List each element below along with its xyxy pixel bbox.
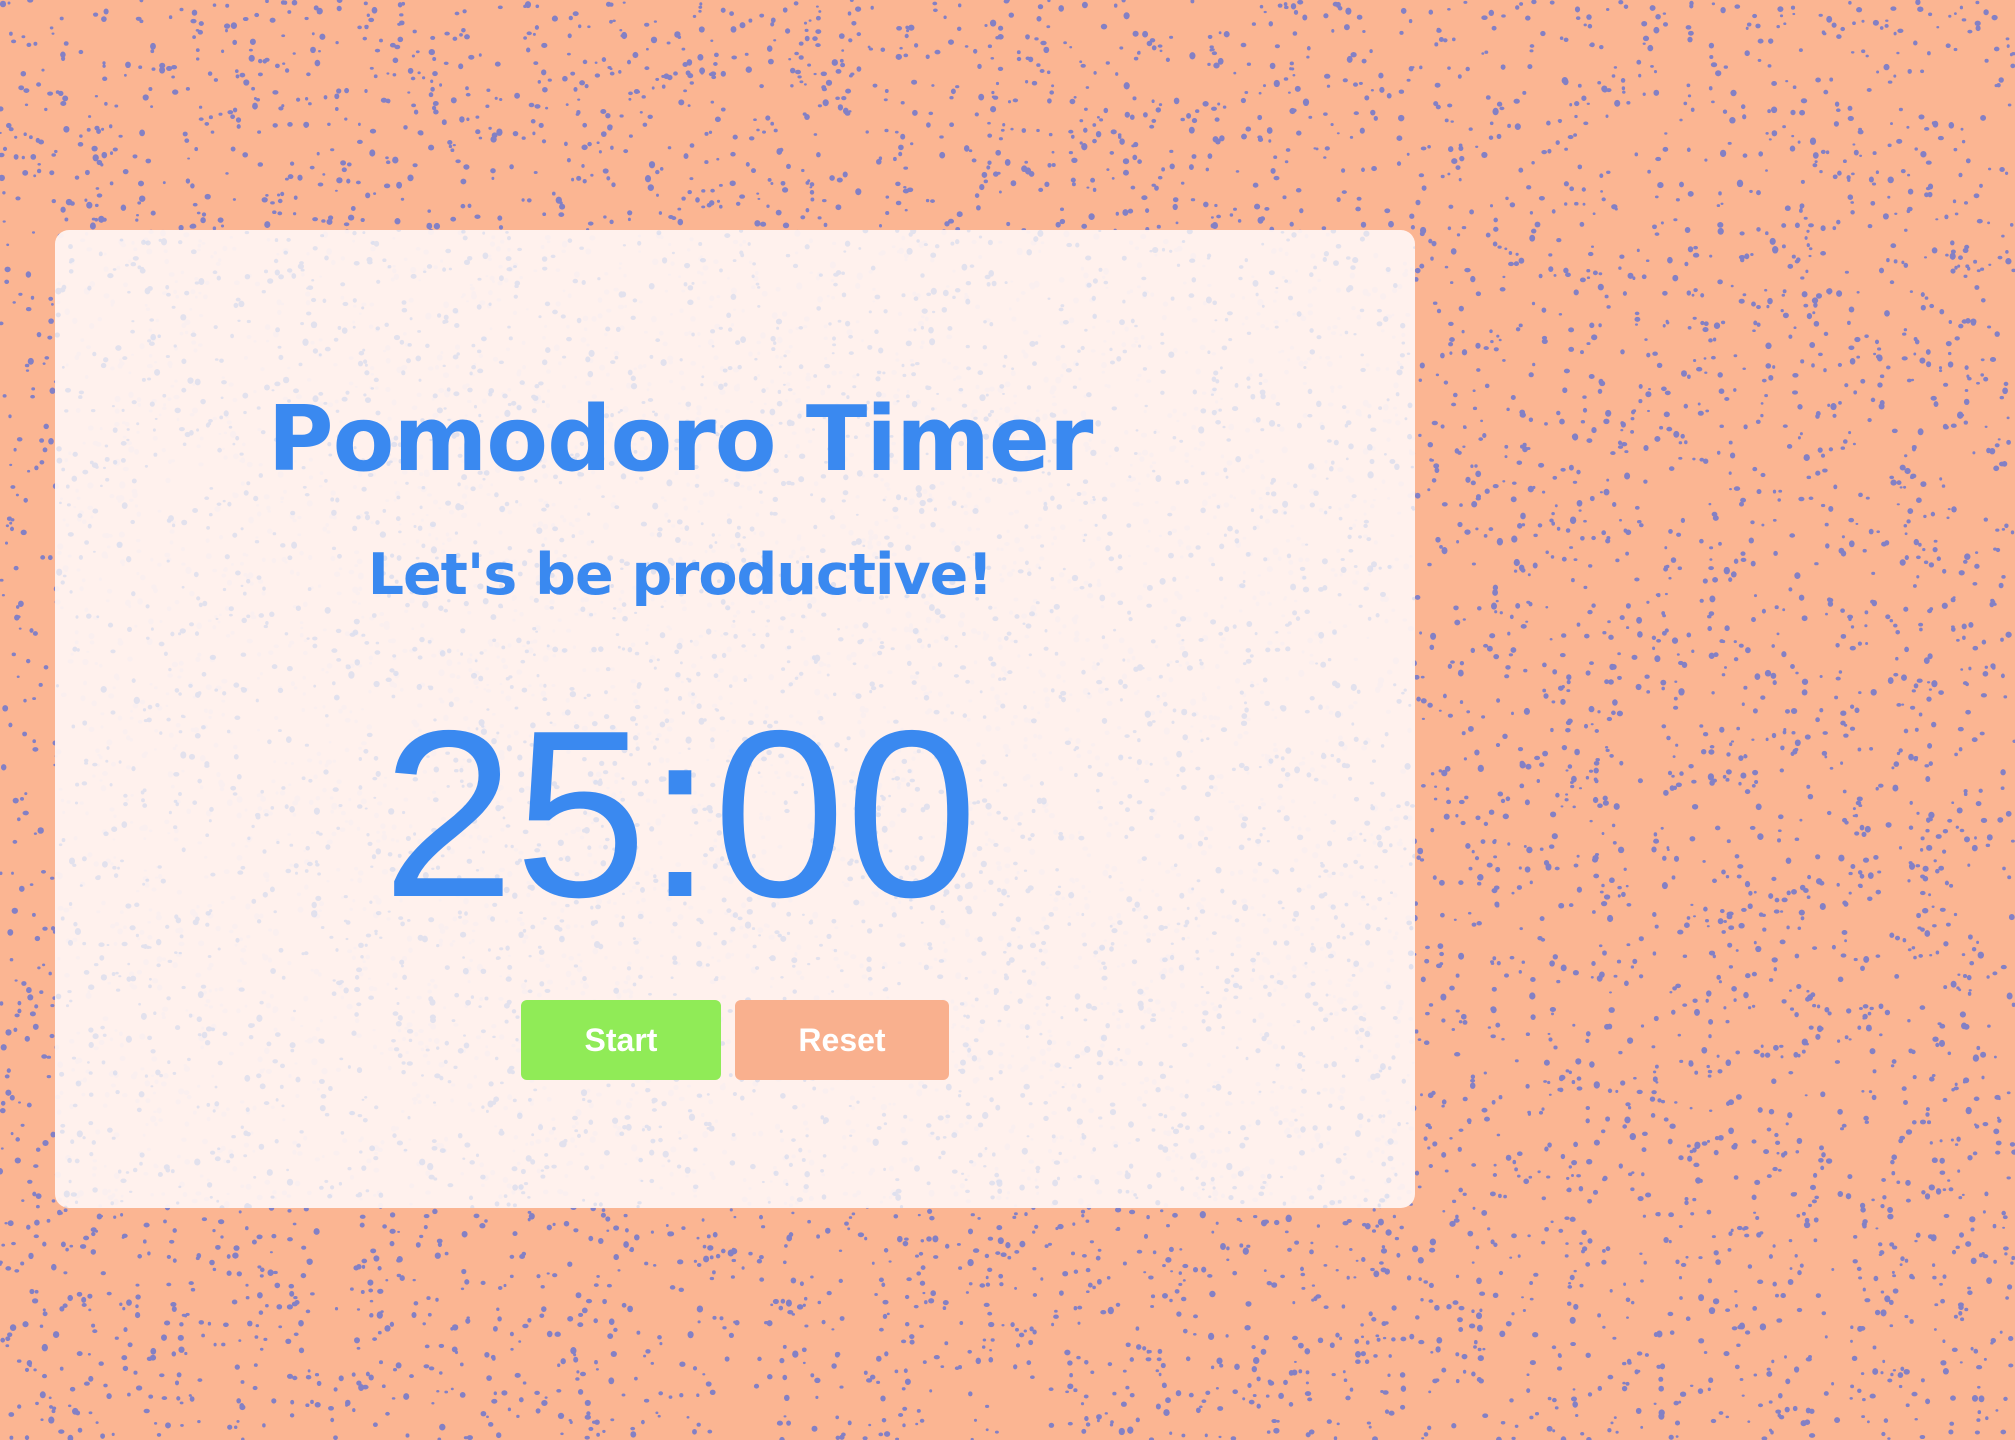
page-title: Pomodoro Timer (267, 387, 1094, 492)
timer-card: Pomodoro Timer Let's be productive! 25:0… (55, 230, 1415, 1208)
page-subtitle: Let's be productive! (367, 542, 994, 608)
timer-card-content: Pomodoro Timer Let's be productive! 25:0… (55, 230, 1415, 1208)
reset-button[interactable]: Reset (735, 1000, 949, 1080)
start-button[interactable]: Start (521, 1000, 721, 1080)
timer-controls: Start Reset (521, 1000, 949, 1080)
timer-display: 25:00 (382, 682, 978, 947)
